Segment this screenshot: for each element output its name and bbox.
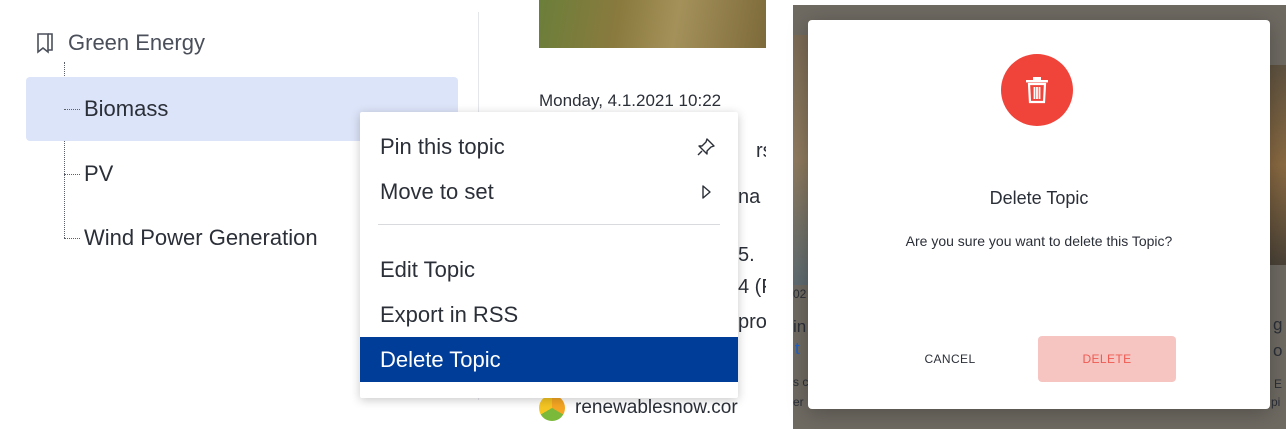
tree-root-label: Green Energy <box>68 30 205 55</box>
background-text-fragment: o <box>1273 341 1283 360</box>
pin-icon <box>696 137 716 157</box>
menu-item-label: Delete Topic <box>380 346 501 372</box>
tree-root-green-energy[interactable]: Green Energy <box>36 30 205 56</box>
tree-branch-line <box>64 108 80 110</box>
article-source[interactable]: renewablesnow.cor <box>539 395 738 421</box>
tree-branch-line <box>64 173 80 175</box>
menu-item-label: Move to set <box>380 178 494 204</box>
cancel-button[interactable]: CANCEL <box>902 336 998 382</box>
background-text-fragment: E <box>1274 377 1283 391</box>
menu-item-label: Pin this topic <box>380 133 505 159</box>
topic-context-menu: Pin this topic Move to set Edit Topic Ex… <box>360 112 738 398</box>
menu-item-move-to-set[interactable]: Move to set <box>360 169 738 214</box>
article-source-label: renewablesnow.cor <box>575 397 738 418</box>
renewablesnow-logo-icon <box>539 395 565 421</box>
tree-item-label: Biomass <box>84 96 169 121</box>
article-text-fragment: 5. <box>738 244 755 266</box>
menu-item-pin-topic[interactable]: Pin this topic <box>360 124 738 169</box>
article-text-fragment: pro <box>738 311 766 333</box>
tree-item-label: Wind Power Generation <box>84 225 318 250</box>
article-title-fragment: rs <box>756 140 766 162</box>
background-text-fragment: pi <box>1271 395 1281 409</box>
article-text-fragment: 4 (F <box>738 276 766 298</box>
background-text-fragment: s c <box>793 375 809 389</box>
tree-branch-line <box>64 237 80 239</box>
article-title-fragment: na <box>738 186 761 208</box>
background-text-fragment: g <box>1273 315 1283 334</box>
menu-item-label: Edit Topic <box>380 256 475 282</box>
background-text-fragment: er <box>793 395 804 409</box>
article-image[interactable] <box>539 0 766 48</box>
book-icon <box>36 32 54 54</box>
background-text-fragment: t <box>795 339 800 358</box>
menu-separator <box>378 224 720 225</box>
background-text-fragment: in <box>793 317 807 336</box>
background-text-fragment: 02 <box>793 287 807 301</box>
menu-item-label: Export in RSS <box>380 301 519 327</box>
background-image <box>793 35 809 285</box>
chevron-right-icon <box>696 182 716 202</box>
article-date: Monday, 4.1.2021 10:22 <box>539 91 722 110</box>
tree-item-label: PV <box>84 161 114 186</box>
menu-item-edit-topic[interactable]: Edit Topic <box>360 247 738 292</box>
menu-item-export-rss[interactable]: Export in RSS <box>360 292 738 337</box>
delete-button[interactable]: DELETE <box>1038 336 1176 382</box>
delete-topic-dialog: Delete Topic Are you sure you want to de… <box>808 20 1270 409</box>
dialog-message: Are you sure you want to delete this Top… <box>905 233 1173 249</box>
dialog-icon-badge <box>1001 54 1073 126</box>
dialog-title: Delete Topic <box>989 188 1089 208</box>
menu-item-delete-topic[interactable]: Delete Topic <box>360 337 738 382</box>
trash-icon <box>1026 77 1048 104</box>
